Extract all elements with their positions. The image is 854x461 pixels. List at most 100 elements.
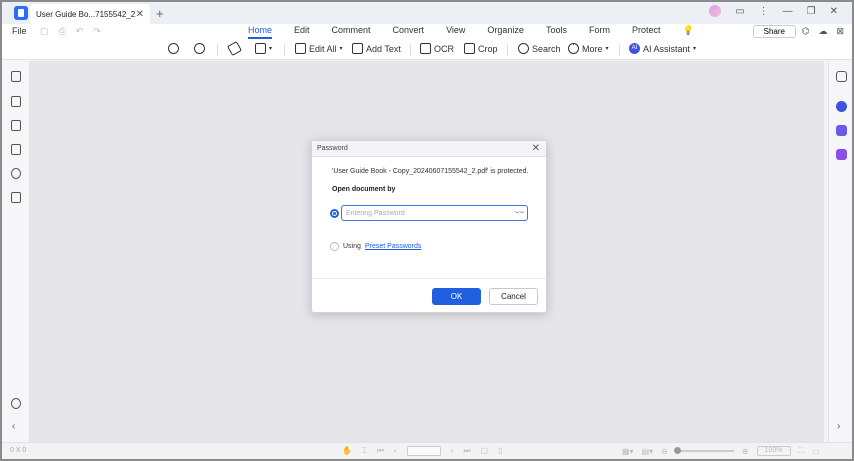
tab-tools[interactable]: Tools [546,25,567,39]
toolbar-divider [507,44,508,56]
rotate-icon[interactable]: ▯ [498,446,502,456]
comment-icon[interactable] [11,120,21,131]
bookmark-icon[interactable] [11,96,21,107]
tab-convert[interactable]: Convert [393,25,425,39]
tab-close-icon[interactable]: ✕ [136,9,144,20]
zoom-in-button[interactable] [194,43,205,54]
connect-icon[interactable]: ⌬ [802,26,810,37]
attachment-icon[interactable] [11,144,21,155]
password-radio[interactable] [330,209,339,218]
crop-label: Crop [478,43,498,54]
file-menu[interactable]: File [12,26,27,36]
message-icon[interactable]: ▭ [735,6,744,17]
cloud-upload-icon[interactable]: ☁ [818,26,827,37]
document-tab[interactable]: User Guide Bo...7155542_2.pdf ✕ [30,4,150,24]
chevron-down-icon: ▾ [339,46,343,52]
password-input[interactable] [341,205,528,221]
ai-assistant-button[interactable]: AI AI Assistant ▾ [629,43,696,54]
page-thumbnail-icon[interactable] [11,71,21,82]
view-mode-icon[interactable]: ▦▾ [622,447,634,456]
search-icon [518,43,529,54]
print-icon[interactable]: ⎙ [59,26,66,37]
add-text-button[interactable]: Add Text [352,43,401,54]
dialog-close-icon[interactable]: ✕ [532,143,540,154]
layers-icon[interactable] [11,192,21,203]
close-window-button[interactable]: ✕ [830,6,838,17]
zoom-in-status-icon[interactable]: ⊕ [742,447,749,456]
more-options-icon[interactable]: ⋮ [759,6,769,17]
page-number-input[interactable] [406,446,441,456]
fullscreen-icon[interactable]: ⛶ [799,446,805,456]
window-controls: ▭ ⋮ — ❐ ✕ [709,5,838,17]
zoom-controls: ▦▾ ▤▾ ⊖ ⊕ 100% ⛶ ▭ [622,446,820,456]
panel-icon[interactable]: ▭ [812,447,820,456]
layout-icon[interactable]: ▤▾ [642,447,654,456]
chevron-right-icon[interactable]: › [837,421,840,432]
hand-tool-icon[interactable]: ✋ [342,446,352,456]
document-tab-title: User Guide Bo...7155542_2.pdf [36,9,136,19]
chevron-left-icon[interactable]: ‹ [12,421,15,432]
avatar[interactable] [709,5,722,17]
more-icon [568,39,579,54]
first-page-icon[interactable]: ⏮ [377,446,384,456]
next-page-icon[interactable]: › [451,446,454,456]
collapse-icon[interactable]: ⊠ [836,26,844,37]
new-tab-button[interactable]: + [156,6,164,21]
status-bar: 0 X 0 ✋ ⌶ ⏮ ‹ › ⏭ ▢ ▯ ▦▾ ▤▾ ⊖ ⊕ 100% ⛶ ▭ [2,442,852,459]
search-panel-icon[interactable] [11,168,21,179]
tab-organize[interactable]: Organize [487,25,524,39]
edit-all-button[interactable]: Edit All ▾ [295,43,343,54]
properties-icon[interactable] [836,71,847,82]
edit-all-label: Edit All [309,43,337,54]
prev-page-icon[interactable]: ‹ [394,446,397,456]
quick-access-toolbar: ▢ ⎙ ↶ ↷ [40,26,101,37]
tab-comment[interactable]: Comment [332,25,371,39]
ai-icon: AI [629,43,640,54]
page-navigation: ✋ ⌶ ⏮ ‹ › ⏭ ▢ ▯ [342,446,503,456]
toolbar-divider [619,44,620,56]
zoom-out-status-icon[interactable]: ⊖ [661,447,668,456]
share-button[interactable]: Share [752,25,796,38]
preset-passwords-radio[interactable] [330,242,339,251]
preset-passwords-link[interactable]: Preset Passwords [365,243,421,250]
zoom-out-button[interactable] [168,43,179,54]
rectangle-icon [255,43,266,54]
translate-icon[interactable] [836,125,847,136]
undo-icon[interactable]: ↶ [76,26,84,37]
shape-button[interactable]: ▾ [255,43,272,54]
tab-home[interactable]: Home [248,25,273,39]
search-button[interactable]: Search [518,43,561,54]
crop-button[interactable]: Crop [464,43,498,54]
zoom-level[interactable]: 100% [756,446,791,456]
save-icon[interactable]: ▢ [40,26,49,37]
zoom-slider[interactable] [673,447,734,454]
tab-form[interactable]: Form [589,25,610,39]
highlight-button[interactable] [226,40,243,57]
minimize-button[interactable]: — [783,6,793,17]
eye-closed-icon[interactable]: ⌣⌣ [515,209,524,217]
fit-page-icon[interactable]: ▢ [481,446,489,456]
ok-button[interactable]: OK [432,288,481,305]
cancel-button[interactable]: Cancel [489,288,538,305]
left-sidebar: ‹ [2,61,30,442]
lightbulb-icon[interactable]: 💡 [682,25,693,39]
zoom-in-icon [194,43,205,54]
tab-edit[interactable]: Edit [294,25,310,39]
ocr-button[interactable]: OCR [420,43,454,54]
tab-protect[interactable]: Protect [632,25,661,39]
ai-check-icon[interactable] [836,149,847,160]
menu-bar: File ▢ ⎙ ↶ ↷ Home Edit Comment Convert V… [2,24,852,40]
crop-icon [464,43,475,54]
ocr-label: OCR [434,43,454,54]
more-button[interactable]: More▾ [568,39,609,54]
ai-chat-icon[interactable] [836,101,847,112]
last-page-icon[interactable]: ⏭ [463,446,470,456]
select-tool-icon[interactable]: ⌶ [362,446,367,456]
chevron-down-icon: ▾ [693,46,697,52]
redo-icon[interactable]: ↷ [93,26,101,37]
tab-view[interactable]: View [446,25,465,39]
help-icon[interactable] [11,398,21,409]
dialog-title: Password [317,145,348,152]
zoom-out-icon [168,43,179,54]
maximize-button[interactable]: ❐ [807,6,816,17]
